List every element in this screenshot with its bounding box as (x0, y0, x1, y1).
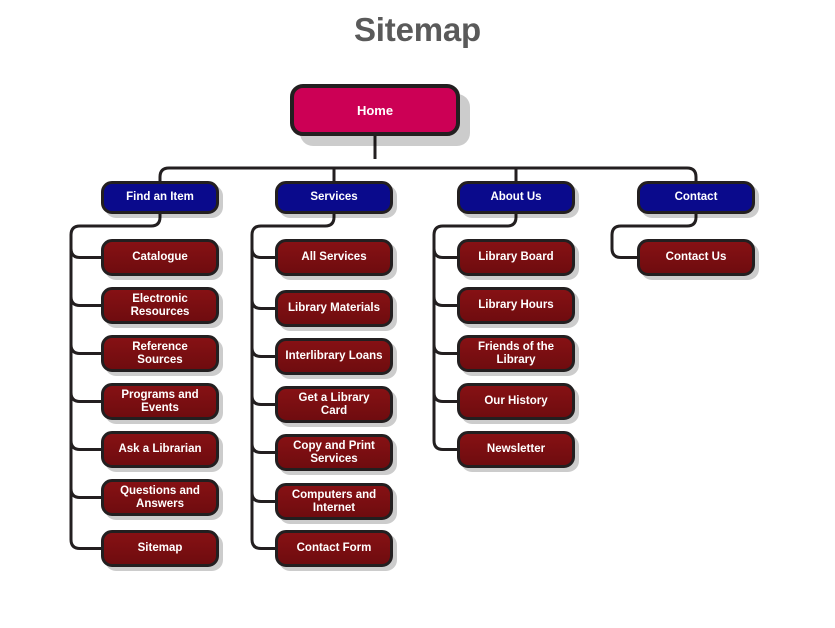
node-label: Get a Library Card (298, 391, 370, 417)
node-label: All Services (301, 251, 367, 263)
node-label: Catalogue (132, 251, 188, 263)
node-library-materials[interactable]: Library Materials (275, 290, 393, 327)
node-newsletter[interactable]: Newsletter (457, 431, 575, 468)
node-label: Ask a Librarian (118, 443, 202, 455)
node-label: Find an Item (126, 191, 194, 203)
node-electronic-resources[interactable]: Electronic Resources (101, 287, 219, 324)
node-label: Electronic Resources (130, 292, 190, 318)
node-reference-sources[interactable]: Reference Sources (101, 335, 219, 372)
node-friends-of-the-library[interactable]: Friends of the Library (457, 335, 575, 372)
node-catalogue[interactable]: Catalogue (101, 239, 219, 276)
node-label: Services (310, 191, 358, 203)
node-home[interactable]: Home (290, 84, 460, 136)
node-interlibrary-loans[interactable]: Interlibrary Loans (275, 338, 393, 375)
page-title: Sitemap (354, 11, 481, 48)
node-questions-and-answers[interactable]: Questions and Answers (101, 479, 219, 516)
sitemap-canvas: Sitemap Home Find an Item Catalogue Electro… (0, 0, 835, 628)
node-about-us[interactable]: About Us (457, 181, 575, 214)
node-label: Copy and Print Services (293, 439, 375, 465)
node-label: Contact (674, 191, 718, 203)
node-find-an-item[interactable]: Find an Item (101, 181, 219, 214)
node-get-a-library-card[interactable]: Get a Library Card (275, 386, 393, 423)
node-label: Programs and Events (121, 388, 199, 414)
node-library-board[interactable]: Library Board (457, 239, 575, 276)
node-label: Our History (484, 395, 548, 407)
node-label: Reference Sources (132, 340, 188, 366)
node-sitemap[interactable]: Sitemap (101, 530, 219, 567)
node-label: Interlibrary Loans (285, 350, 383, 362)
node-label: About Us (490, 191, 542, 203)
node-contact-form[interactable]: Contact Form (275, 530, 393, 567)
node-computers-and-internet[interactable]: Computers and Internet (275, 483, 393, 520)
node-our-history[interactable]: Our History (457, 383, 575, 420)
node-label: Library Materials (287, 302, 381, 314)
node-copy-and-print-services[interactable]: Copy and Print Services (275, 434, 393, 471)
node-label: Newsletter (486, 443, 546, 455)
node-label: Contact Form (296, 542, 372, 554)
node-services[interactable]: Services (275, 181, 393, 214)
node-label: Questions and Answers (120, 484, 200, 510)
node-label: Home (356, 102, 394, 118)
node-ask-a-librarian[interactable]: Ask a Librarian (101, 431, 219, 468)
node-contact[interactable]: Contact (637, 181, 755, 214)
node-programs-and-events[interactable]: Programs and Events (101, 383, 219, 420)
node-library-hours[interactable]: Library Hours (457, 287, 575, 324)
node-label: Library Board (478, 251, 554, 263)
node-label: Contact Us (665, 251, 727, 263)
node-label: Friends of the Library (477, 340, 555, 366)
node-label: Library Hours (478, 299, 554, 311)
node-contact-us[interactable]: Contact Us (637, 239, 755, 276)
node-label: Sitemap (137, 542, 183, 554)
node-all-services[interactable]: All Services (275, 239, 393, 276)
node-label: Computers and Internet (291, 488, 377, 514)
